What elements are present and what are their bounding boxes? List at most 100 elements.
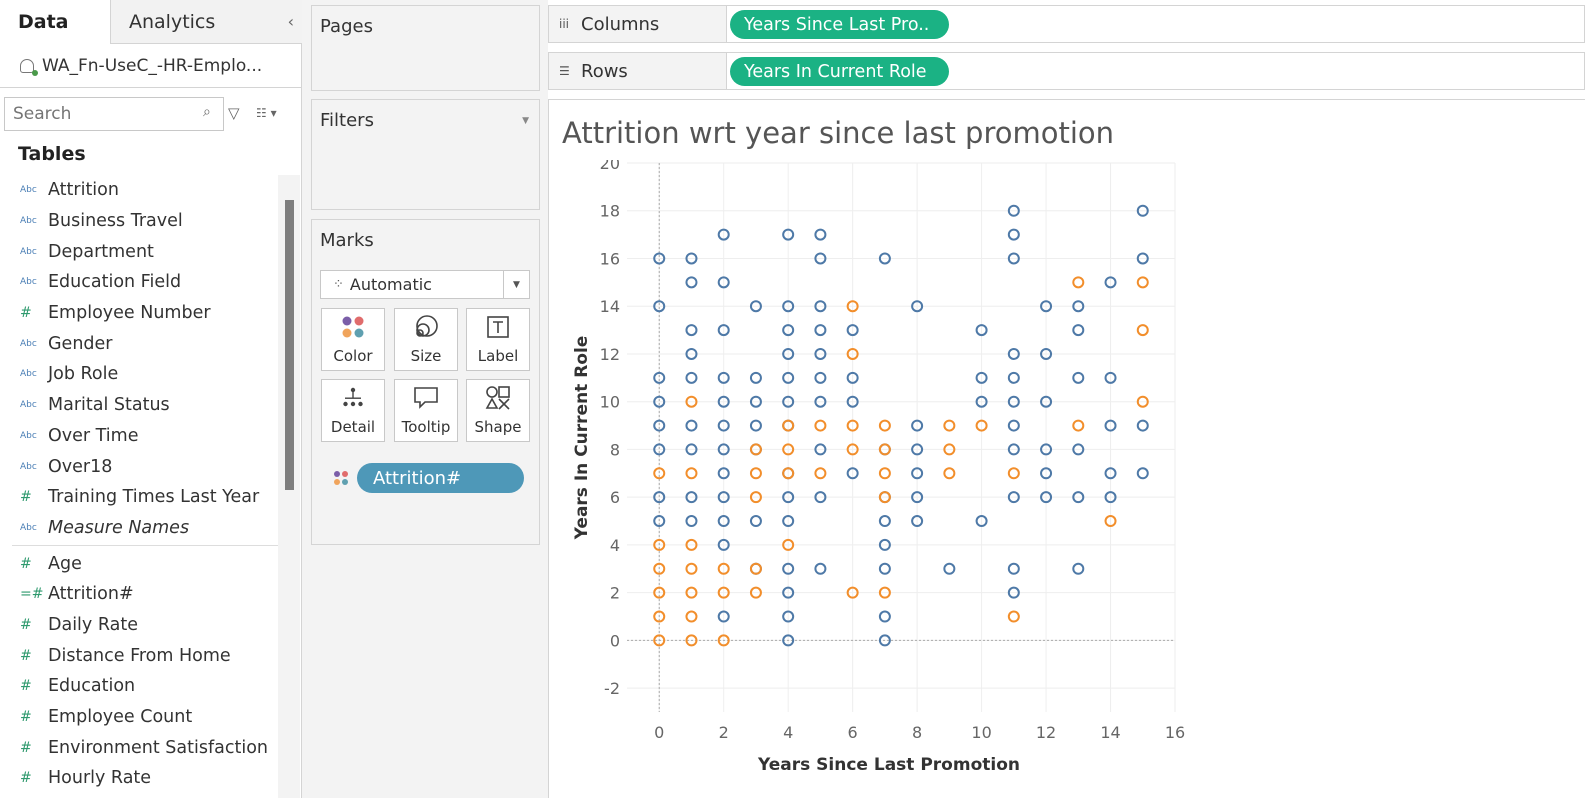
data-point-left[interactable] xyxy=(1136,324,1149,337)
field-item[interactable]: # Distance From Home xyxy=(12,640,278,671)
field-item[interactable]: Abc Gender xyxy=(12,328,278,359)
attrition-color-pill[interactable]: Attrition# xyxy=(357,463,524,493)
scatter-chart[interactable]: 0 2 4 6 8 10 12 14 16 -2 0 2 4 6 8 10 12 14 16 18 20 Years S… xyxy=(560,160,1200,790)
data-point-stayed[interactable] xyxy=(1136,467,1149,480)
field-list: Abc Attrition Abc Business Travel Abc Departm… xyxy=(12,175,278,794)
field-item[interactable]: # Employee Count xyxy=(12,702,278,733)
data-point-left[interactable] xyxy=(1072,419,1085,432)
field-label: Distance From Home xyxy=(48,645,231,666)
data-point-left[interactable] xyxy=(685,610,698,623)
data-point-stayed[interactable] xyxy=(1136,419,1149,432)
data-point-left[interactable] xyxy=(1007,467,1020,480)
field-item[interactable]: # Training Times Last Year xyxy=(12,482,278,513)
data-point-stayed[interactable] xyxy=(749,419,762,432)
color-encoding-icon xyxy=(333,470,349,490)
detail-button[interactable]: Detail xyxy=(321,379,385,442)
data-point-left[interactable] xyxy=(749,467,762,480)
field-item[interactable]: =# Attrition# xyxy=(12,579,278,610)
data-point-left[interactable] xyxy=(943,467,956,480)
field-item[interactable]: Abc Marital Status xyxy=(12,390,278,421)
columns-shelf[interactable]: iii Columns Years Since Last Pro.. xyxy=(548,5,1585,43)
data-point-left[interactable] xyxy=(878,419,891,432)
field-item[interactable]: Abc Business Travel xyxy=(12,206,278,237)
data-point-stayed[interactable] xyxy=(814,562,827,575)
data-point-stayed[interactable] xyxy=(1007,228,1020,241)
data-point-stayed[interactable] xyxy=(1072,371,1085,384)
filter-icon[interactable]: ▽ xyxy=(228,104,240,122)
field-item[interactable]: Abc Over18 xyxy=(12,451,278,482)
data-point-left[interactable] xyxy=(1136,276,1149,289)
data-point-stayed[interactable] xyxy=(685,515,698,528)
field-item[interactable]: # Age xyxy=(12,548,278,579)
chevron-down-icon[interactable]: ▼ xyxy=(503,271,529,298)
number-type-icon: # xyxy=(20,305,32,322)
rows-pill[interactable]: Years In Current Role xyxy=(730,57,949,86)
data-point-stayed[interactable] xyxy=(878,610,891,623)
data-point-stayed[interactable] xyxy=(878,562,891,575)
y-tick-label: 16 xyxy=(600,249,620,268)
field-label: Job Role xyxy=(48,364,119,385)
field-item[interactable]: # Education xyxy=(12,671,278,702)
data-point-stayed[interactable] xyxy=(814,228,827,241)
data-point-left[interactable] xyxy=(814,419,827,432)
field-item[interactable]: # Daily Rate xyxy=(12,610,278,641)
data-point-stayed[interactable] xyxy=(878,515,891,528)
data-point-stayed[interactable] xyxy=(814,371,827,384)
field-item[interactable]: Abc Over Time xyxy=(12,421,278,452)
data-points[interactable] xyxy=(653,204,1149,647)
mark-type-dropdown[interactable]: ⁘ Automatic ▼ xyxy=(320,270,530,299)
data-point-left[interactable] xyxy=(814,467,827,480)
field-item[interactable]: Abc Department xyxy=(12,236,278,267)
data-point-stayed[interactable] xyxy=(1007,419,1020,432)
data-point-left[interactable] xyxy=(685,467,698,480)
label-button[interactable]: Label xyxy=(466,308,530,371)
data-point-stayed[interactable] xyxy=(1007,562,1020,575)
field-item[interactable]: Abc Education Field xyxy=(12,267,278,298)
data-point-left[interactable] xyxy=(943,419,956,432)
collapse-pane-icon[interactable]: ‹ xyxy=(288,12,294,31)
y-tick-label: 2 xyxy=(610,584,620,603)
rows-icon: ☰ xyxy=(559,64,570,78)
data-point-stayed[interactable] xyxy=(685,324,698,337)
rows-shelf[interactable]: ☰ Rows Years In Current Role xyxy=(548,52,1585,90)
tooltip-button[interactable]: Tooltip xyxy=(394,379,458,442)
data-point-stayed[interactable] xyxy=(749,371,762,384)
field-label: Over Time xyxy=(48,425,139,446)
field-item[interactable]: # Environment Satisfaction xyxy=(12,732,278,763)
field-item[interactable]: # Employee Number xyxy=(12,298,278,329)
data-point-stayed[interactable] xyxy=(685,371,698,384)
data-point-left[interactable] xyxy=(685,562,698,575)
data-point-stayed[interactable] xyxy=(1072,562,1085,575)
columns-pill[interactable]: Years Since Last Pro.. xyxy=(730,10,949,39)
x-tick-label: 2 xyxy=(719,723,729,742)
field-item[interactable]: Abc Measure Names xyxy=(12,513,278,544)
data-point-stayed[interactable] xyxy=(814,324,827,337)
filters-menu-icon[interactable]: ▼ xyxy=(522,116,529,126)
field-item[interactable]: Abc Attrition xyxy=(12,175,278,206)
search-icon[interactable]: ⌕ xyxy=(203,104,211,120)
data-point-stayed[interactable] xyxy=(749,515,762,528)
view-options-icon[interactable]: ☷ ▾ xyxy=(256,106,277,120)
tab-data[interactable]: Data xyxy=(0,0,110,44)
field-item[interactable]: Abc Job Role xyxy=(12,359,278,390)
size-button[interactable]: Size xyxy=(394,308,458,371)
data-point-left[interactable] xyxy=(1007,610,1020,623)
color-button[interactable]: Color xyxy=(321,308,385,371)
scrollbar-thumb[interactable] xyxy=(285,200,294,490)
data-point-stayed[interactable] xyxy=(685,419,698,432)
filters-card[interactable]: Filters ▼ xyxy=(311,99,540,210)
field-item[interactable]: # Hourly Rate xyxy=(12,763,278,794)
data-point-left[interactable] xyxy=(1072,276,1085,289)
data-point-left[interactable] xyxy=(749,562,762,575)
data-point-left[interactable] xyxy=(878,467,891,480)
data-point-stayed[interactable] xyxy=(685,276,698,289)
shape-button[interactable]: Shape xyxy=(466,379,530,442)
data-point-stayed[interactable] xyxy=(943,562,956,575)
datasource-item[interactable]: WA_Fn-UseC_-HR-Emplo... xyxy=(0,44,302,88)
data-point-stayed[interactable] xyxy=(1007,371,1020,384)
search-input[interactable] xyxy=(4,97,224,131)
tab-analytics[interactable]: Analytics ‹ xyxy=(110,0,302,44)
number-type-icon: # xyxy=(20,555,32,572)
data-point-stayed[interactable] xyxy=(1072,324,1085,337)
pages-card[interactable]: Pages xyxy=(311,5,540,91)
